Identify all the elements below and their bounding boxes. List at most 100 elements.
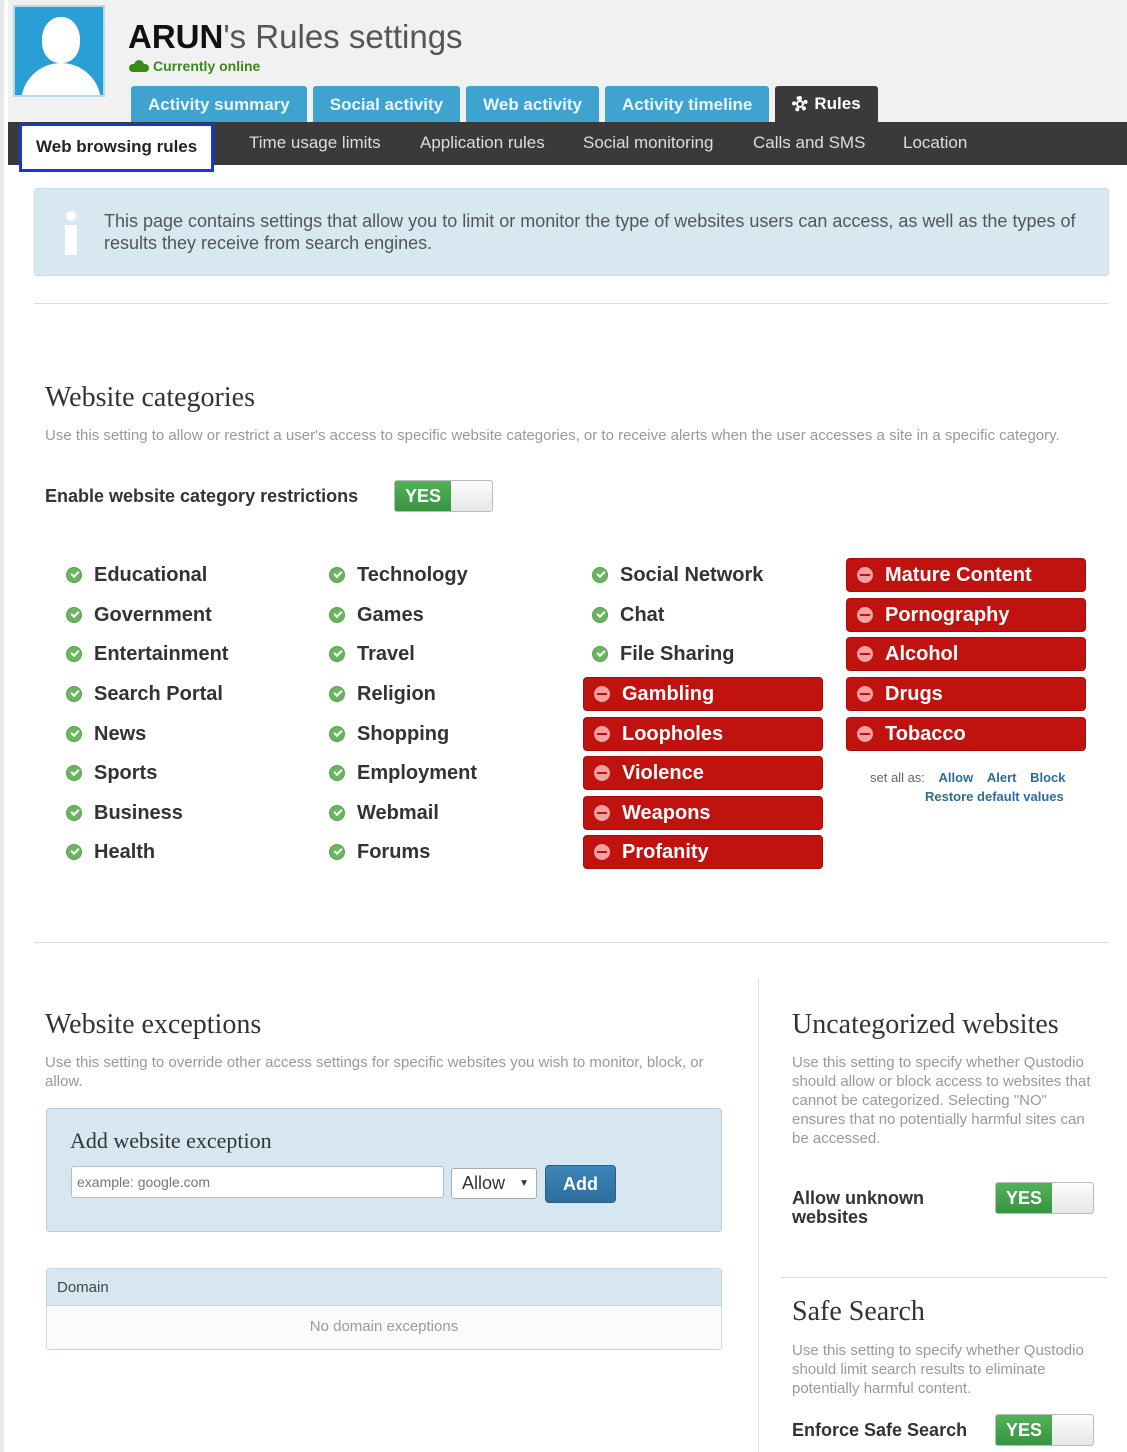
- check-icon: [592, 646, 608, 662]
- category-social-network[interactable]: Social Network: [592, 558, 763, 592]
- set-all-alert-link[interactable]: Alert: [987, 770, 1017, 785]
- toggle-on-label: YES: [395, 481, 451, 511]
- category-mature-content[interactable]: Mature Content: [846, 558, 1086, 592]
- domain-exceptions-table: Domain No domain exceptions: [46, 1268, 722, 1350]
- cloud-icon: [129, 60, 149, 72]
- category-news[interactable]: News: [66, 717, 146, 751]
- website-exceptions-title: Website exceptions: [45, 1009, 262, 1040]
- add-exception-button[interactable]: Add: [545, 1165, 616, 1203]
- safe-search-description: Use this setting to specify whether Qust…: [792, 1342, 1084, 1397]
- page-frame: ARUN's Rules settings Currently online A…: [0, 0, 1127, 1452]
- category-games[interactable]: Games: [329, 598, 424, 632]
- check-icon: [66, 726, 82, 742]
- check-icon: [66, 567, 82, 583]
- block-icon: [594, 805, 610, 821]
- category-search-portal[interactable]: Search Portal: [66, 677, 223, 711]
- subnav-calls-and-sms[interactable]: Calls and SMS: [753, 122, 865, 165]
- tab-activity-summary[interactable]: Activity summary: [131, 86, 307, 122]
- info-icon: [61, 211, 81, 255]
- domain-column-header: Domain: [47, 1269, 721, 1306]
- set-all-allow-link[interactable]: Allow: [939, 770, 974, 785]
- tab-web-activity[interactable]: Web activity: [466, 86, 600, 122]
- block-icon: [857, 646, 873, 662]
- column-divider: [758, 978, 759, 1452]
- category-loopholes[interactable]: Loopholes: [583, 717, 823, 751]
- block-icon: [594, 686, 610, 702]
- category-weapons[interactable]: Weapons: [583, 796, 823, 830]
- category-label: Drugs: [885, 682, 943, 705]
- subnav-location[interactable]: Location: [903, 122, 967, 165]
- category-forums[interactable]: Forums: [329, 835, 430, 869]
- category-violence[interactable]: Violence: [583, 756, 823, 790]
- category-technology[interactable]: Technology: [329, 558, 468, 592]
- category-shopping[interactable]: Shopping: [329, 717, 449, 751]
- divider: [34, 303, 1109, 304]
- category-travel[interactable]: Travel: [329, 637, 415, 671]
- block-icon: [857, 726, 873, 742]
- allow-unknown-toggle[interactable]: YES: [995, 1182, 1094, 1214]
- category-label: Employment: [357, 761, 478, 784]
- category-label: Tobacco: [885, 722, 966, 745]
- category-educational[interactable]: Educational: [66, 558, 207, 592]
- category-alcohol[interactable]: Alcohol: [846, 637, 1086, 671]
- category-employment[interactable]: Employment: [329, 756, 477, 790]
- check-icon: [329, 646, 345, 662]
- check-icon: [329, 567, 345, 583]
- subnav-web-browsing-rules[interactable]: Web browsing rules: [18, 123, 215, 172]
- set-all-block-link[interactable]: Block: [1030, 770, 1065, 785]
- tab-social-activity[interactable]: Social activity: [312, 86, 461, 122]
- subnav-social-monitoring[interactable]: Social monitoring: [583, 122, 713, 165]
- category-pornography[interactable]: Pornography: [846, 598, 1086, 632]
- enforce-safe-search-toggle[interactable]: YES: [995, 1414, 1094, 1446]
- category-gambling[interactable]: Gambling: [583, 677, 823, 711]
- category-chat[interactable]: Chat: [592, 598, 664, 632]
- check-icon: [329, 844, 345, 860]
- category-label: Profanity: [622, 840, 709, 863]
- check-icon: [66, 646, 82, 662]
- category-file-sharing[interactable]: File Sharing: [592, 637, 734, 671]
- category-label: Shopping: [357, 722, 450, 745]
- empty-table-message: No domain exceptions: [47, 1306, 721, 1349]
- category-tobacco[interactable]: Tobacco: [846, 717, 1086, 751]
- category-restrictions-toggle[interactable]: YES: [394, 480, 493, 512]
- info-box: This page contains settings that allow y…: [34, 188, 1109, 276]
- category-label: Social Network: [620, 563, 764, 586]
- set-all-controls: set all as: Allow Alert Block: [870, 770, 1066, 785]
- check-icon: [329, 607, 345, 623]
- toggle-on-label: YES: [996, 1183, 1052, 1213]
- caret-down-icon: ▼: [519, 1178, 529, 1189]
- category-label: Loopholes: [622, 722, 724, 745]
- exception-action-select[interactable]: Allow ▼: [451, 1168, 537, 1199]
- category-label: Entertainment: [94, 642, 229, 665]
- tab-rules[interactable]: Rules: [775, 86, 878, 122]
- main-tabs: Activity summary Social activity Web act…: [131, 86, 878, 122]
- category-entertainment[interactable]: Entertainment: [66, 637, 228, 671]
- online-status: Currently online: [129, 58, 260, 74]
- set-all-label: set all as:: [870, 770, 925, 785]
- tab-activity-timeline[interactable]: Activity timeline: [605, 86, 770, 122]
- domain-input[interactable]: [71, 1166, 444, 1198]
- category-drugs[interactable]: Drugs: [846, 677, 1086, 711]
- subnav-time-usage-limits[interactable]: Time usage limits: [249, 122, 381, 165]
- category-business[interactable]: Business: [66, 796, 183, 830]
- website-categories-description: Use this setting to allow or restrict a …: [45, 427, 1060, 444]
- category-webmail[interactable]: Webmail: [329, 796, 439, 830]
- category-religion[interactable]: Religion: [329, 677, 436, 711]
- online-status-text: Currently online: [153, 58, 261, 74]
- category-health[interactable]: Health: [66, 835, 155, 869]
- enforce-safe-search-label: Enforce Safe Search: [792, 1420, 968, 1440]
- add-exception-title: Add website exception: [70, 1128, 272, 1153]
- category-profanity[interactable]: Profanity: [583, 835, 823, 869]
- category-label: Violence: [622, 761, 704, 784]
- restore-defaults-link[interactable]: Restore default values: [925, 789, 1064, 804]
- subnav-application-rules[interactable]: Application rules: [420, 122, 545, 165]
- block-icon: [857, 567, 873, 583]
- category-label: Gambling: [622, 682, 715, 705]
- category-label: File Sharing: [620, 642, 735, 665]
- check-icon: [66, 805, 82, 821]
- category-government[interactable]: Government: [66, 598, 212, 632]
- category-label: Chat: [620, 603, 665, 626]
- category-label: News: [94, 722, 147, 745]
- check-icon: [66, 686, 82, 702]
- category-sports[interactable]: Sports: [66, 756, 157, 790]
